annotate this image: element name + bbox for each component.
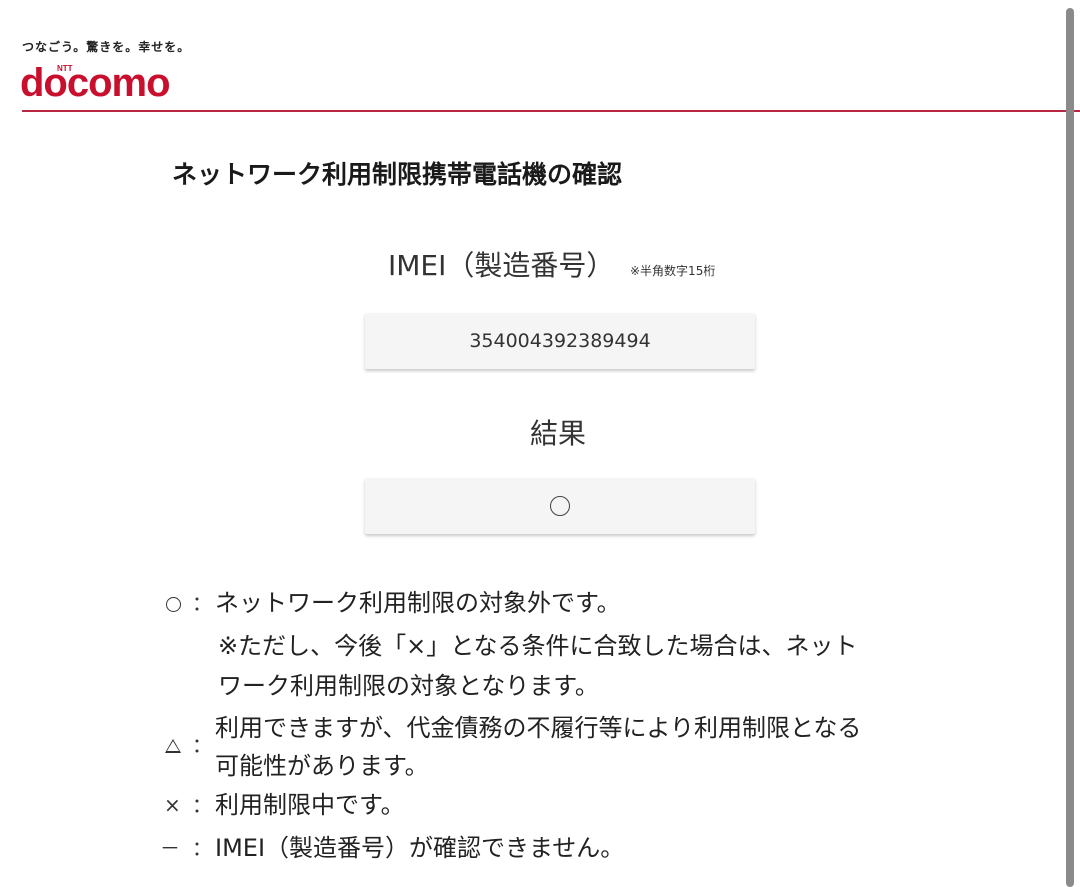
imei-note: ※半角数字15桁 [630, 264, 716, 278]
legend-separator: ： [192, 793, 212, 817]
result-field [365, 478, 755, 534]
legend-item-circle: ： ネットワーク利用制限の対象外です。 [160, 583, 860, 623]
logo-ntt: NTT [57, 64, 73, 73]
header-divider [22, 110, 1080, 112]
legend-item-triangle: ： 利用できますが、代金債務の不履行等により利用制限となる 可能性があります。 [160, 708, 960, 788]
result-label: 結果 [530, 417, 587, 450]
legend-separator: ： [192, 733, 212, 757]
imei-label: IMEI（製造番号） [388, 249, 615, 282]
result-circle-icon [550, 496, 570, 516]
imei-value: 354004392389494 [469, 330, 651, 352]
legend-text-triangle-line2: 可能性があります。 [215, 752, 429, 780]
legend-text-cross: 利用制限中です。 [215, 791, 405, 819]
page: つなごう。驚きを。幸せを。 docomo NTT ネットワーク利用制限携帯電話機… [0, 0, 1080, 887]
legend-separator: ： [192, 591, 212, 615]
legend-note-line2: ワーク利用制限の対象となります。 [218, 672, 599, 700]
legend-text-dash: IMEI（製造番号）が確認できません。 [215, 834, 625, 862]
legend-item-cross: × ： 利用制限中です。 [160, 785, 860, 825]
brand-tagline: つなごう。驚きを。幸せを。 [22, 40, 191, 54]
page-title: ネットワーク利用制限携帯電話機の確認 [172, 160, 623, 189]
legend-text-triangle-line1: 利用できますが、代金債務の不履行等により利用制限となる [215, 714, 862, 742]
scrollbar[interactable] [1066, 8, 1074, 887]
legend-note-line1: ※ただし、今後「×」となる条件に合致した場合は、ネット [218, 632, 858, 660]
logo-wordmark: docomo [20, 61, 171, 105]
legend-text-circle: ネットワーク利用制限の対象外です。 [215, 589, 621, 617]
imei-field[interactable]: 354004392389494 [365, 313, 755, 369]
docomo-logo[interactable]: docomo NTT [20, 62, 195, 104]
legend-item-dash: － ： IMEI（製造番号）が確認できません。 [160, 828, 860, 868]
legend-separator: ： [192, 836, 212, 860]
